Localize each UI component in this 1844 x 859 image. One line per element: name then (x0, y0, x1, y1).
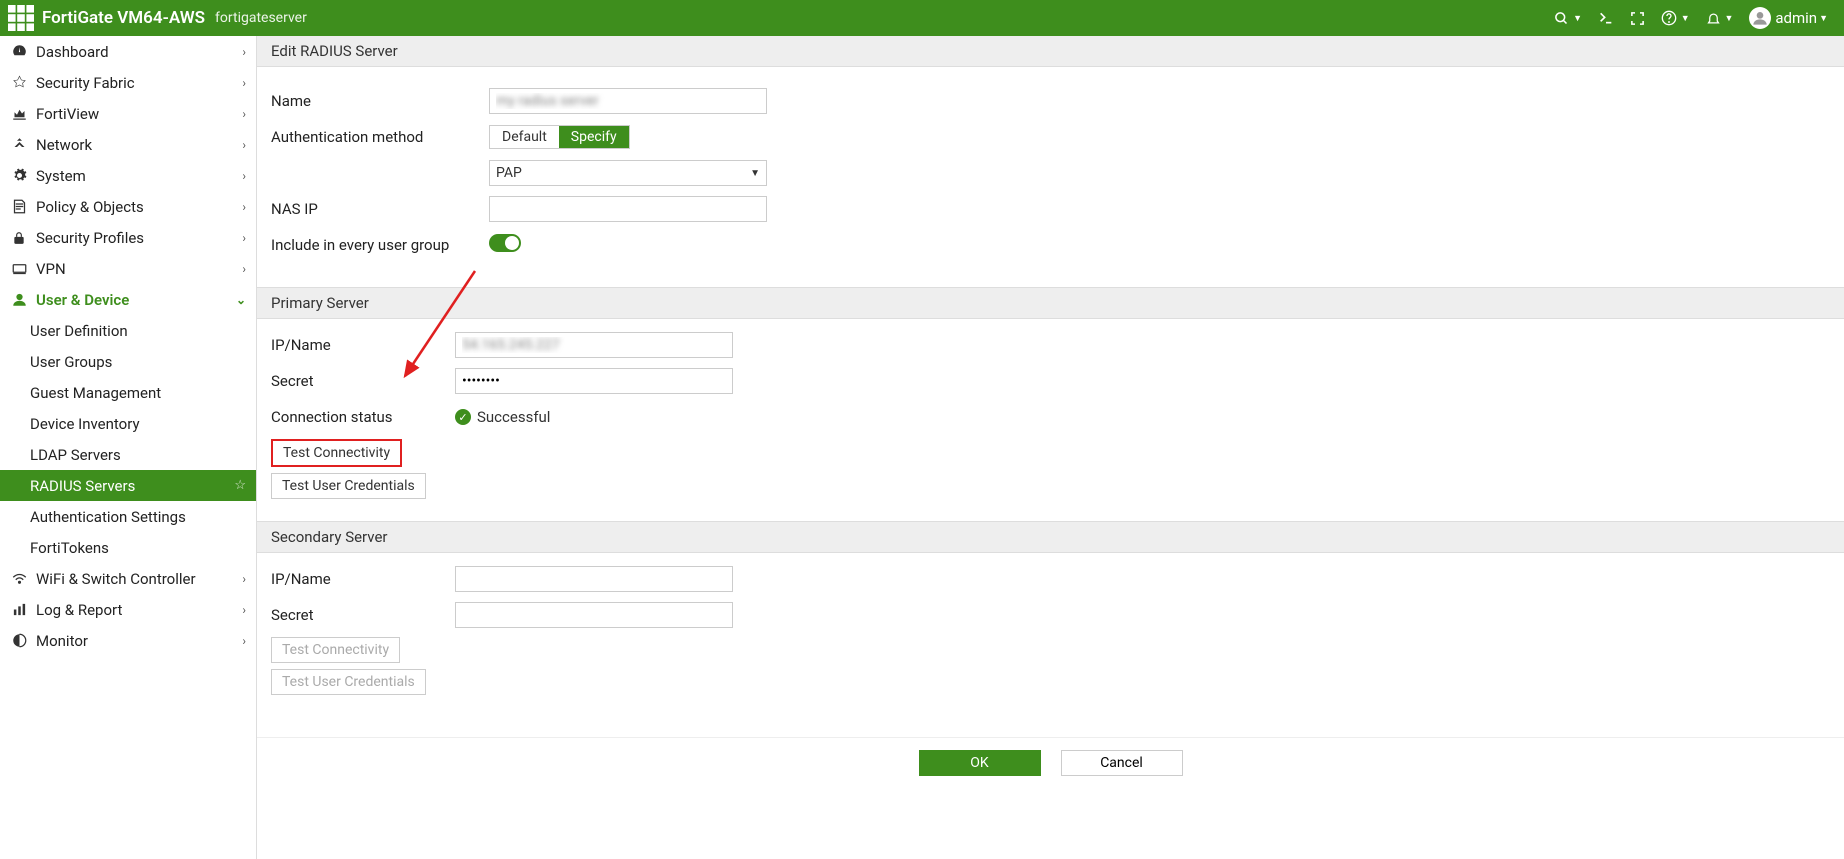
auth-protocol-value: PAP (496, 165, 522, 181)
nav-security-profiles[interactable]: Security Profiles › (0, 222, 256, 253)
header-bar: FortiGate VM64-AWS fortigateserver ▼ ▼ ▼… (0, 0, 1844, 36)
notifications-icon[interactable]: ▼ (1706, 9, 1734, 27)
chevron-right-icon: › (242, 200, 246, 214)
nav-network[interactable]: Network › (0, 129, 256, 160)
help-icon[interactable]: ▼ (1661, 9, 1690, 27)
chevron-right-icon: › (242, 262, 246, 276)
include-group-label: Include in every user group (271, 236, 489, 254)
primary-ip-label: IP/Name (271, 336, 455, 354)
test-connectivity-button[interactable]: Test Connectivity (271, 439, 402, 467)
secondary-test-connectivity-button[interactable]: Test Connectivity (271, 637, 400, 663)
primary-server-header: Primary Server (257, 287, 1844, 319)
chevron-right-icon: › (242, 45, 246, 59)
secondary-ip-input[interactable] (455, 566, 733, 592)
chevron-right-icon: › (242, 76, 246, 90)
chevron-right-icon: › (242, 572, 246, 586)
subnav-device-inventory[interactable]: Device Inventory (0, 408, 256, 439)
vpn-icon (10, 261, 28, 276)
search-icon[interactable]: ▼ (1554, 9, 1582, 27)
cli-icon[interactable] (1598, 10, 1614, 26)
main-content: Edit RADIUS Server Name Authentication m… (257, 36, 1844, 859)
avatar-icon (1749, 7, 1771, 29)
secondary-secret-label: Secret (271, 606, 455, 624)
dashboard-icon (10, 44, 28, 59)
name-label: Name (271, 92, 489, 110)
nav-fortiview[interactable]: FortiView › (0, 98, 256, 129)
chevron-right-icon: › (242, 231, 246, 245)
chevron-right-icon: › (242, 603, 246, 617)
nav-log-report[interactable]: Log & Report › (0, 594, 256, 625)
cancel-button[interactable]: Cancel (1061, 750, 1183, 776)
subnav-user-groups[interactable]: User Groups (0, 346, 256, 377)
page-title: Edit RADIUS Server (257, 36, 1844, 67)
subnav-ldap-servers[interactable]: LDAP Servers (0, 439, 256, 470)
admin-label: admin (1775, 9, 1817, 27)
connection-status-label: Connection status (271, 408, 455, 426)
sidebar: Dashboard › Security Fabric › FortiView … (0, 36, 257, 859)
policy-objects-icon (10, 199, 28, 214)
star-icon[interactable]: ☆ (234, 478, 246, 493)
secondary-test-user-credentials-button[interactable]: Test User Credentials (271, 669, 426, 695)
network-icon (10, 137, 28, 152)
footer-buttons: OK Cancel (257, 737, 1844, 788)
nav-system[interactable]: System › (0, 160, 256, 191)
primary-ip-input[interactable] (455, 332, 733, 358)
system-icon (10, 168, 28, 183)
auth-protocol-select[interactable]: PAP ▼ (489, 160, 767, 186)
product-name: FortiGate VM64-AWS (42, 8, 205, 28)
user-icon (10, 292, 28, 307)
chevron-right-icon: › (242, 138, 246, 152)
fortiview-icon (10, 106, 28, 121)
caret-down-icon: ▼ (750, 168, 760, 179)
subnav-user-definition[interactable]: User Definition (0, 315, 256, 346)
hostname: fortigateserver (215, 10, 307, 26)
secondary-ip-label: IP/Name (271, 570, 455, 588)
name-input[interactable] (489, 88, 767, 114)
check-icon: ✓ (455, 409, 471, 425)
auth-method-default[interactable]: Default (490, 126, 559, 148)
include-group-toggle[interactable] (489, 234, 521, 252)
subnav-fortitokens[interactable]: FortiTokens (0, 532, 256, 563)
primary-secret-label: Secret (271, 372, 455, 390)
fortinet-logo-icon (8, 5, 34, 31)
auth-method-toggle: Default Specify (489, 125, 630, 149)
monitor-icon (10, 633, 28, 648)
primary-secret-input[interactable] (455, 368, 733, 394)
secondary-secret-input[interactable] (455, 602, 733, 628)
nav-dashboard[interactable]: Dashboard › (0, 36, 256, 67)
test-user-credentials-button[interactable]: Test User Credentials (271, 473, 426, 499)
chevron-down-icon: ⌄ (236, 293, 246, 307)
nas-ip-label: NAS IP (271, 200, 489, 218)
security-fabric-icon (10, 75, 28, 90)
nav-policy-objects[interactable]: Policy & Objects › (0, 191, 256, 222)
secondary-server-header: Secondary Server (257, 521, 1844, 553)
subnav-auth-settings[interactable]: Authentication Settings (0, 501, 256, 532)
auth-method-label: Authentication method (271, 128, 489, 146)
log-report-icon (10, 602, 28, 617)
chevron-right-icon: › (242, 634, 246, 648)
nav-security-fabric[interactable]: Security Fabric › (0, 67, 256, 98)
fullscreen-icon[interactable] (1630, 11, 1645, 26)
nav-user-device[interactable]: User & Device ⌄ (0, 284, 256, 315)
auth-method-specify[interactable]: Specify (559, 126, 629, 148)
subnav-radius-servers[interactable]: RADIUS Servers☆ (0, 470, 256, 501)
user-menu[interactable]: admin ▼ (1749, 7, 1828, 29)
chevron-right-icon: › (242, 107, 246, 121)
subnav-guest-management[interactable]: Guest Management (0, 377, 256, 408)
nav-vpn[interactable]: VPN › (0, 253, 256, 284)
chevron-right-icon: › (242, 169, 246, 183)
connection-status-value: ✓ Successful (455, 408, 550, 426)
ok-button[interactable]: OK (919, 750, 1041, 776)
nav-monitor[interactable]: Monitor › (0, 625, 256, 656)
wifi-icon (10, 571, 28, 586)
lock-icon (10, 231, 28, 245)
nav-wifi-switch[interactable]: WiFi & Switch Controller › (0, 563, 256, 594)
nas-ip-input[interactable] (489, 196, 767, 222)
